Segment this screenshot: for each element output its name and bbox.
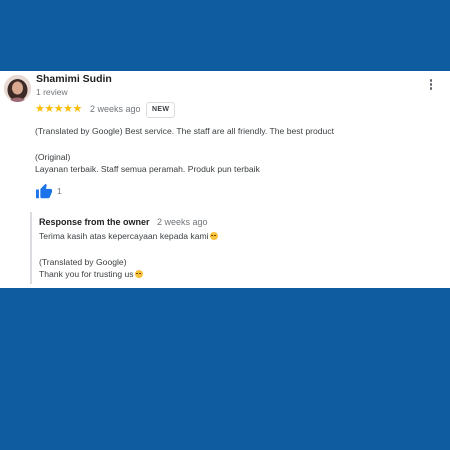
owner-response-original: Terima kasih atas kepercayaan kepada kam… [39,231,218,241]
review-original-text: Layanan terbaik. Staff semua peramah. Pr… [35,164,260,174]
like-button[interactable] [35,183,53,199]
owner-response-translated-label: (Translated by Google) [39,257,127,267]
owner-response-title: Response from the owner [39,217,150,227]
review-card: Shamimi Sudin 1 review ★★★★★ 2 weeks ago… [0,71,450,288]
smiling-face-icon [209,232,218,240]
review-original-label: (Original) [35,152,71,162]
owner-response-divider [30,212,32,284]
more-options-button[interactable] [426,78,436,94]
owner-response-translated: Thank you for trusting us [39,269,143,279]
review-translated-text: (Translated by Google) Best service. The… [35,126,335,136]
owner-response-original-text: Terima kasih atas kepercayaan kepada kam… [39,231,209,241]
more-vertical-icon [429,79,433,82]
review-time: 2 weeks ago [90,104,141,114]
owner-response-time: 2 weeks ago [157,217,208,227]
author-name[interactable]: Shamimi Sudin [36,73,112,85]
thumbs-up-icon [36,183,52,199]
avatar[interactable] [4,75,31,102]
like-count: 1 [57,186,62,196]
avatar-image [4,75,31,102]
smiling-face-icon [134,270,143,278]
owner-response-translated-text: Thank you for trusting us [39,269,134,279]
author-review-count: 1 review [36,87,68,97]
new-badge: NEW [146,102,176,118]
star-rating: ★★★★★ [35,103,82,115]
